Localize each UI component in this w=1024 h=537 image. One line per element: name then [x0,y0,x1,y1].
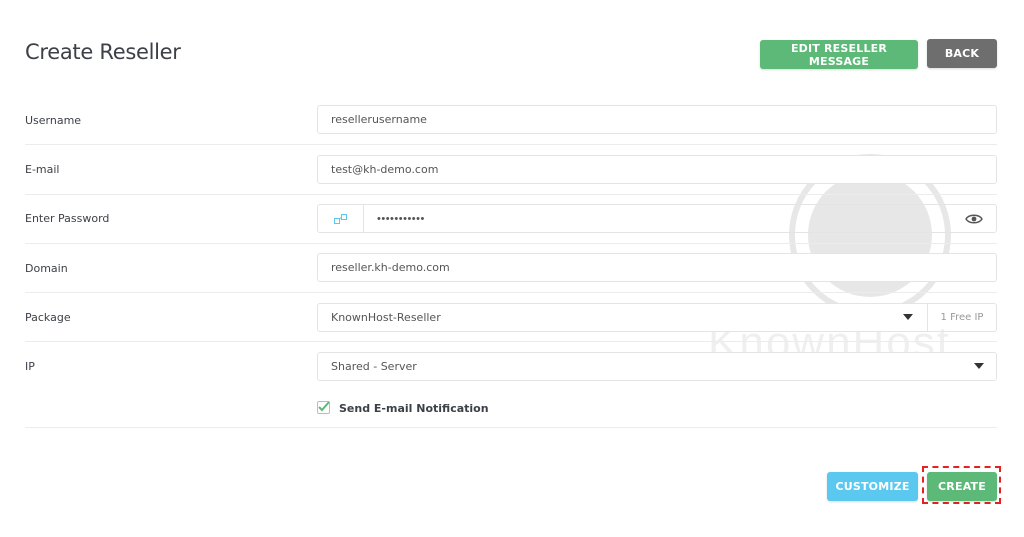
email-input[interactable]: test@kh-demo.com [317,155,997,184]
back-button[interactable]: BACK [927,39,997,68]
send-notification-label: Send E-mail Notification [339,402,489,415]
domain-label: Domain [25,262,68,275]
email-label: E-mail [25,163,60,176]
password-field: ••••••••••• [317,204,997,233]
package-label: Package [25,311,71,324]
send-notification-checkbox[interactable] [317,401,330,414]
username-input[interactable]: resellerusername [317,105,997,134]
divider [25,144,997,145]
domain-input[interactable]: reseller.kh-demo.com [317,253,997,282]
caret-down-icon [903,314,913,320]
password-generator-icon[interactable] [318,205,364,232]
eye-icon[interactable] [952,205,996,232]
caret-down-icon [974,363,984,369]
customize-button[interactable]: CUSTOMIZE [827,472,918,501]
ip-label: IP [25,360,35,373]
page-title: Create Reseller [25,40,181,64]
password-input[interactable]: ••••••••••• [364,213,952,225]
divider [25,341,997,342]
username-label: Username [25,114,82,127]
divider [25,194,997,195]
checkmark-icon [318,401,330,412]
package-select[interactable]: KnownHost-Reseller [317,303,928,332]
divider [25,427,997,428]
create-button[interactable]: CREATE [927,472,997,501]
edit-reseller-message-button[interactable]: EDIT RESELLER MESSAGE [760,40,918,69]
password-label: Enter Password [25,212,110,225]
package-ip-addon: 1 Free IP [927,303,997,332]
divider [25,243,997,244]
divider [25,292,997,293]
ip-select[interactable]: Shared - Server [317,352,997,381]
